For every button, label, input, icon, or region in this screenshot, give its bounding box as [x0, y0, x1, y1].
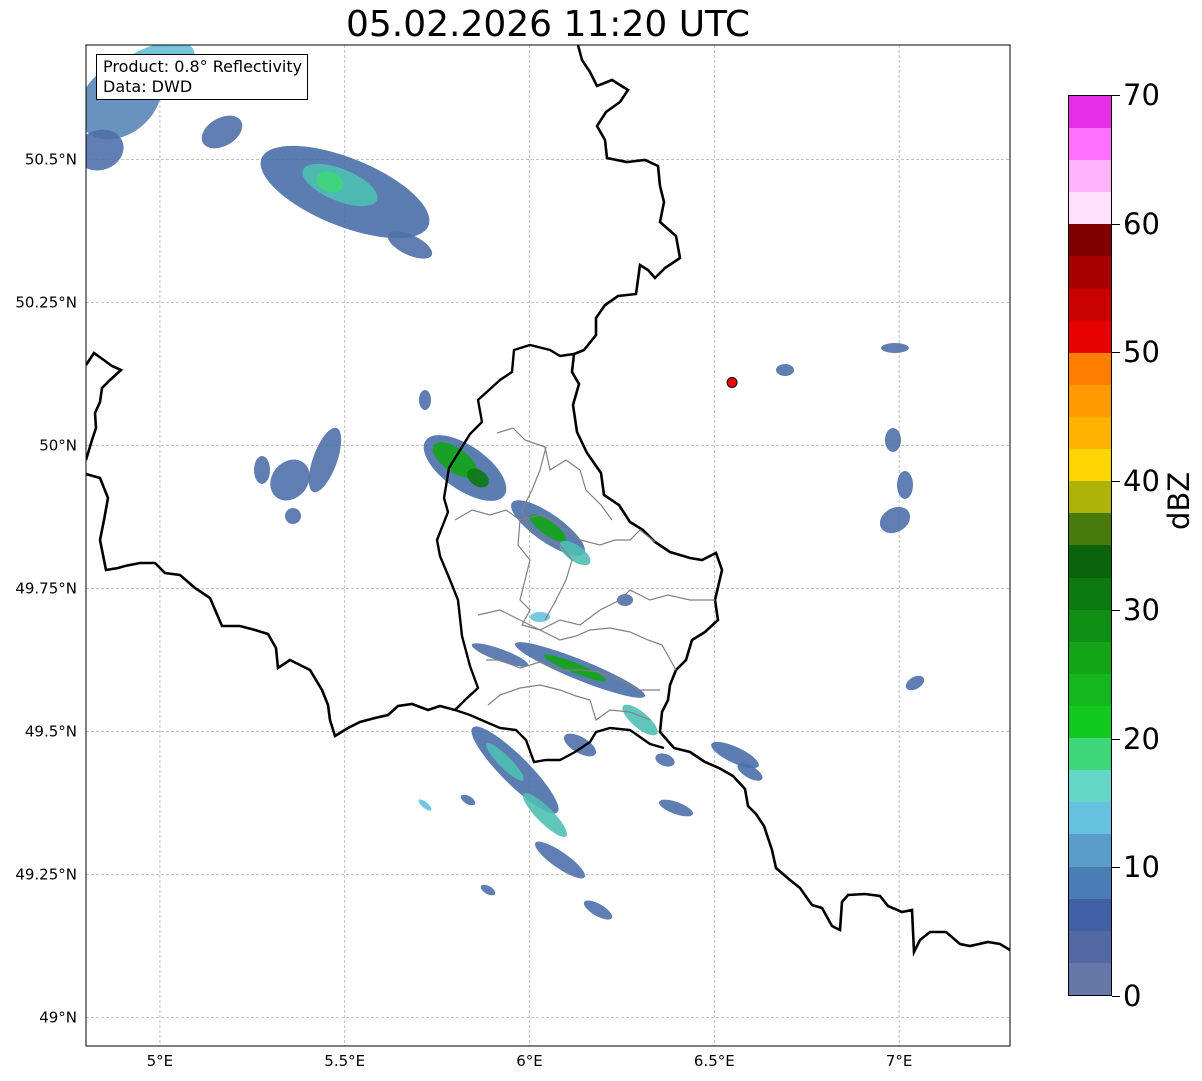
colorbar-segment: [1069, 898, 1111, 931]
lon-tick-label: 5°E: [147, 1052, 174, 1070]
colorbar-segment: [1069, 417, 1111, 450]
colorbar-tick: [1112, 95, 1120, 96]
colorbar-tick-label: 0: [1123, 979, 1142, 1013]
colorbar-segment: [1069, 352, 1111, 385]
colorbar-segment: [1069, 866, 1111, 899]
echo-cell: [308, 427, 342, 493]
colorbar-segment: [1069, 288, 1111, 321]
colorbar-tick-label: 50: [1123, 335, 1160, 370]
colorbar-segment: [1069, 962, 1111, 995]
echo-cell: [480, 884, 496, 896]
echo-cell: [419, 390, 431, 410]
echo-cell: [201, 115, 243, 149]
echo-cell: [622, 704, 658, 736]
echo-cell: [285, 508, 301, 524]
echo-cell: [881, 343, 909, 353]
lon-tick-label: 5.5°E: [324, 1052, 365, 1070]
colorbar-segment: [1069, 320, 1111, 353]
colorbar-tick: [1112, 223, 1120, 225]
colorbar-segment: [1069, 577, 1111, 610]
radar-site-marker: [726, 376, 738, 388]
colorbar-segment: [1069, 738, 1111, 771]
lat-tick-label: 49.25°N: [15, 865, 77, 883]
colorbar-tick: [1112, 352, 1120, 354]
country-border-belgium-france: [86, 472, 456, 738]
colorbar-segment: [1069, 930, 1111, 963]
axis-tick-labels: 5°E 5.5°E 6°E 6.5°E 7°E 49°N 49.25°N 49.5°N 49.7…: [15, 150, 912, 1070]
colorbar-segment: [1069, 224, 1111, 257]
echo-cell: [418, 799, 432, 811]
echo-cell: [885, 428, 901, 452]
colorbar-segment: [1069, 545, 1111, 578]
colorbar-tick-label: 20: [1123, 721, 1160, 756]
lat-tick-label: 50°N: [39, 436, 77, 454]
colorbar-unit-label: dBZ: [1162, 471, 1196, 530]
echo-cell: [655, 753, 675, 767]
colorbar-segment: [1069, 128, 1111, 161]
echo-cell: [879, 506, 911, 534]
colorbar-segment: [1069, 513, 1111, 546]
colorbar-tick-label: 30: [1123, 592, 1160, 627]
product-info-box: Product: 0.8° Reflectivity Data: DWD: [96, 54, 309, 100]
colorbar-segment: [1069, 449, 1111, 482]
colorbar-segment: [1069, 609, 1111, 642]
country-border-east: [570, 45, 1010, 958]
echo-cell: [254, 456, 270, 484]
colorbar-tick: [1112, 996, 1120, 997]
colorbar-tick: [1112, 738, 1120, 740]
colorbar-tick-label: 10: [1123, 850, 1160, 885]
lat-tick-label: 49°N: [39, 1008, 77, 1026]
country-border-west: [86, 351, 124, 461]
echo-cell: [897, 471, 913, 499]
lon-tick-label: 6°E: [516, 1052, 543, 1070]
colorbar-segment: [1069, 160, 1111, 193]
colorbar-tick: [1112, 867, 1120, 869]
colorbar-segment: [1069, 481, 1111, 514]
lat-tick-label: 50.5°N: [25, 150, 77, 168]
echo-cell: [583, 900, 613, 920]
colorbar-segment: [1069, 673, 1111, 707]
colorbar-segment: [1069, 192, 1111, 225]
colorbar-segment: [1069, 834, 1111, 867]
echo-cell: [905, 675, 925, 691]
data-source-label: Data: DWD: [103, 77, 193, 96]
colorbar-segment: [1069, 256, 1111, 289]
lon-tick-label: 7°E: [886, 1052, 913, 1070]
lon-tick-label: 6.5°E: [694, 1052, 735, 1070]
colorbar-segment: [1069, 641, 1111, 674]
reflectivity-colorbar: [1068, 95, 1112, 996]
colorbar-tick-label: 70: [1123, 78, 1160, 112]
echo-cell: [776, 364, 794, 376]
lat-tick-label: 49.75°N: [15, 579, 77, 597]
colorbar-segment: [1069, 706, 1111, 739]
colorbar-tick-label: 60: [1123, 206, 1160, 241]
product-label: Product: 0.8° Reflectivity: [103, 57, 303, 76]
radar-map: 5°E 5.5°E 6°E 6.5°E 7°E 49°N 49.25°N 49.5°N 49.7…: [15, 44, 1011, 1070]
reflectivity-echoes: [86, 45, 925, 920]
colorbar-segment: [1069, 770, 1111, 803]
echo-cell: [535, 841, 585, 879]
colorbar-tick-label: 40: [1123, 464, 1160, 499]
colorbar-segment: [1069, 384, 1111, 418]
lat-tick-label: 50.25°N: [15, 293, 77, 311]
colorbar-tick: [1112, 609, 1120, 611]
lat-tick-label: 49.5°N: [25, 722, 77, 740]
colorbar-segment: [1069, 95, 1111, 129]
echo-cell: [460, 794, 476, 806]
colorbar-segment: [1069, 802, 1111, 835]
echo-cell: [658, 799, 694, 817]
colorbar-tick: [1112, 481, 1120, 483]
